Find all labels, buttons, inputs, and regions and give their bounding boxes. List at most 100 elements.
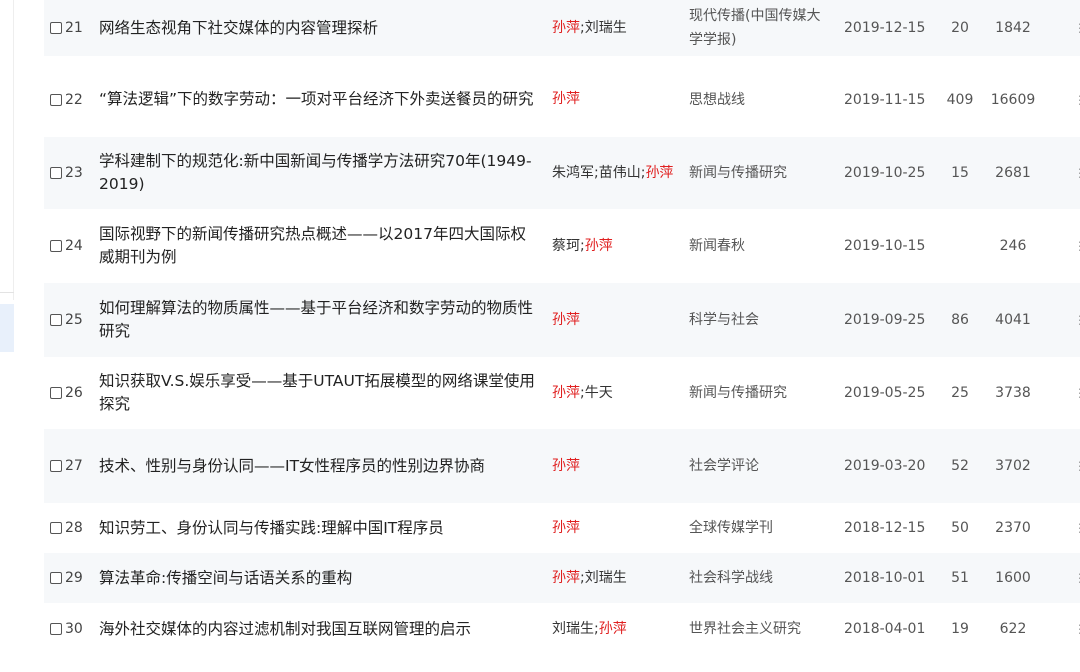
title-cell: 知识获取V.S.娱乐享受——基于UTAUT拓展模型的网络课堂使用探究	[99, 357, 539, 429]
authors-list: 刘瑞生;孙萍	[552, 620, 627, 639]
source-link[interactable]: 新闻与传播研究	[689, 161, 787, 185]
article-title-link[interactable]: 知识劳工、身份认同与传播实践:理解中国IT程序员	[99, 517, 444, 540]
author-link[interactable]: 刘瑞生	[585, 570, 627, 586]
author-link[interactable]: 孙萍	[552, 91, 580, 107]
author-link[interactable]: 苗伟山	[599, 165, 641, 181]
citation-count: 20	[951, 20, 969, 36]
article-title-link[interactable]: 海外社交媒体的内容过滤机制对我国互联网管理的启示	[99, 618, 471, 641]
row-checkbox[interactable]	[50, 22, 62, 34]
row-checkbox[interactable]	[50, 167, 62, 179]
more-options-icon[interactable]: ⋮	[1074, 357, 1080, 429]
row-checkbox[interactable]	[50, 240, 62, 252]
author-link[interactable]: 孙萍	[552, 385, 580, 401]
row-checkbox[interactable]	[50, 387, 62, 399]
author-link[interactable]: 孙萍	[585, 238, 613, 254]
article-title-link[interactable]: 知识获取V.S.娱乐享受——基于UTAUT拓展模型的网络课堂使用探究	[99, 370, 539, 416]
publish-date: 2018-10-01	[844, 570, 926, 586]
citation-count: 15	[951, 165, 969, 181]
source-link[interactable]: 思想战线	[689, 88, 745, 112]
article-title-link[interactable]: “算法逻辑”下的数字劳动：一项对平台经济下外卖送餐员的研究	[99, 88, 534, 111]
table-row: 25 如何理解算法的物质属性——基于平台经济和数字劳动的物质性研究 孙萍 科学与…	[44, 283, 1080, 357]
publish-date: 2019-10-15	[844, 238, 926, 254]
source-link[interactable]: 现代传播(中国传媒大学学报)	[689, 4, 834, 52]
download-count: 246	[999, 238, 1027, 254]
author-link[interactable]: 刘瑞生	[552, 621, 594, 637]
authors-cell: 孙萍	[552, 283, 687, 357]
source-link[interactable]: 社会学评论	[689, 454, 759, 478]
authors-list: 孙萍	[552, 457, 580, 476]
more-options-icon[interactable]: ⋮	[1074, 209, 1080, 283]
source-cell: 现代传播(中国传媒大学学报)	[689, 0, 834, 56]
authors-cell: 孙萍;刘瑞生	[552, 0, 687, 56]
citation-count: 409	[946, 91, 974, 108]
row-checkbox[interactable]	[50, 623, 62, 635]
authors-list: 朱鸿军;苗伟山;孙萍	[552, 164, 673, 183]
publish-date: 2019-09-25	[844, 312, 926, 328]
row-checkbox[interactable]	[50, 460, 62, 472]
article-title-link[interactable]: 学科建制下的规范化:新中国新闻与传播学方法研究70年(1949-2019)	[99, 150, 539, 196]
more-options-icon[interactable]: ⋮	[1074, 429, 1080, 503]
authors-cell: 孙萍	[552, 63, 687, 136]
download-count: 622	[999, 621, 1027, 637]
publish-date: 2018-04-01	[844, 621, 926, 637]
download-count: 16609	[990, 91, 1036, 108]
row-checkbox[interactable]	[50, 93, 62, 106]
source-cell: 社会学评论	[689, 429, 834, 503]
title-cell: 知识劳工、身份认同与传播实践:理解中国IT程序员	[99, 503, 539, 553]
author-link[interactable]: 孙萍	[552, 570, 580, 586]
article-title-link[interactable]: 技术、性别与身份认同——IT女性程序员的性别边界协商	[99, 455, 485, 478]
author-link[interactable]: 刘瑞生	[585, 20, 627, 36]
more-options-icon[interactable]: ⋮	[1074, 503, 1080, 553]
more-options-icon[interactable]: ⋮	[1074, 603, 1080, 655]
sidebar-selected-item[interactable]	[0, 304, 14, 352]
author-link[interactable]: 牛天	[585, 385, 613, 401]
author-link[interactable]: 蔡珂	[552, 238, 580, 254]
source-link[interactable]: 新闻春秋	[689, 234, 745, 258]
author-link[interactable]: 孙萍	[552, 312, 580, 328]
citation-count: 25	[951, 385, 969, 401]
more-options-icon[interactable]: ⋮	[1074, 283, 1080, 357]
authors-cell: 孙萍;牛天	[552, 357, 687, 429]
source-cell: 新闻与传播研究	[689, 137, 834, 209]
source-link[interactable]: 世界社会主义研究	[689, 617, 801, 641]
author-link[interactable]: 孙萍	[552, 20, 580, 36]
article-title-link[interactable]: 国际视野下的新闻传播研究热点概述——以2017年四大国际权威期刊为例	[99, 223, 539, 269]
row-checkbox[interactable]	[50, 314, 62, 326]
more-options-icon[interactable]: ⋮	[1074, 553, 1080, 603]
row-checkbox[interactable]	[50, 522, 62, 534]
article-title-link[interactable]: 网络生态视角下社交媒体的内容管理探析	[99, 17, 378, 40]
row-select: 22	[50, 63, 96, 136]
row-select: 28	[50, 503, 96, 553]
download-count: 4041	[995, 312, 1031, 328]
author-link[interactable]: 朱鸿军	[552, 165, 594, 181]
row-select: 21	[50, 0, 96, 56]
more-options-icon[interactable]: ⋮	[1074, 0, 1080, 56]
table-row: 29 算法革命:传播空间与话语关系的重构 孙萍;刘瑞生 社会科学战线 2018-…	[44, 553, 1080, 603]
citation-count: 19	[951, 621, 969, 637]
author-link[interactable]: 孙萍	[645, 165, 673, 181]
title-cell: “算法逻辑”下的数字劳动：一项对平台经济下外卖送餐员的研究	[99, 63, 539, 136]
citation-count: 52	[951, 458, 969, 474]
title-cell: 网络生态视角下社交媒体的内容管理探析	[99, 0, 539, 56]
title-cell: 学科建制下的规范化:新中国新闻与传播学方法研究70年(1949-2019)	[99, 137, 539, 209]
row-number: 21	[65, 20, 83, 36]
authors-cell: 朱鸿军;苗伟山;孙萍	[552, 137, 687, 209]
more-options-icon[interactable]: ⋮	[1074, 63, 1080, 136]
source-link[interactable]: 新闻与传播研究	[689, 381, 787, 405]
table-row: 30 海外社交媒体的内容过滤机制对我国互联网管理的启示 刘瑞生;孙萍 世界社会主…	[44, 603, 1080, 655]
row-checkbox[interactable]	[50, 572, 62, 584]
citation-count: 86	[951, 312, 969, 328]
author-link[interactable]: 孙萍	[599, 621, 627, 637]
authors-cell: 刘瑞生;孙萍	[552, 603, 687, 655]
source-link[interactable]: 科学与社会	[689, 308, 759, 332]
source-link[interactable]: 全球传媒学刊	[689, 516, 773, 540]
author-link[interactable]: 孙萍	[552, 458, 580, 474]
article-title-link[interactable]: 算法革命:传播空间与话语关系的重构	[99, 567, 352, 590]
more-options-icon[interactable]: ⋮	[1074, 137, 1080, 209]
source-link[interactable]: 社会科学战线	[689, 566, 773, 590]
row-number: 28	[65, 520, 83, 536]
download-count: 2681	[995, 165, 1031, 181]
row-select: 26	[50, 357, 96, 429]
author-link[interactable]: 孙萍	[552, 520, 580, 536]
article-title-link[interactable]: 如何理解算法的物质属性——基于平台经济和数字劳动的物质性研究	[99, 297, 539, 343]
